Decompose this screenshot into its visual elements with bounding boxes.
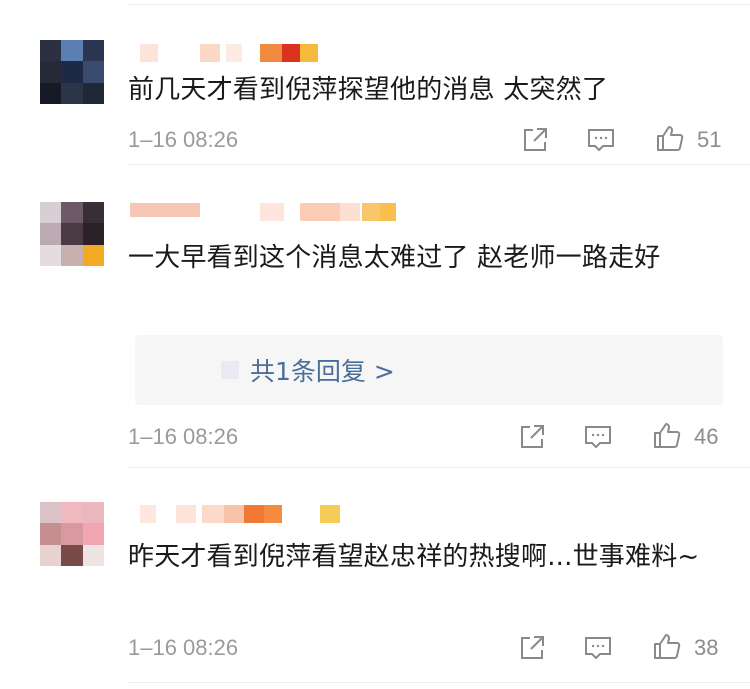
comment-time: 1–16 08:26	[128, 635, 239, 660]
avatar[interactable]	[40, 40, 104, 104]
reply-avatar	[221, 361, 239, 379]
comment-icon[interactable]	[583, 633, 613, 663]
divider	[128, 467, 750, 468]
reply-preview[interactable]: 共1条回复 >	[135, 335, 723, 405]
comment-text: 一大早看到这个消息太难过了 赵老师一路走好	[128, 243, 661, 273]
like-count: 46	[694, 424, 719, 449]
comment-time: 1–16 08:26	[128, 127, 239, 152]
comment-text: 前几天才看到倪萍探望他的消息 太突然了	[128, 75, 609, 105]
avatar[interactable]	[40, 502, 104, 566]
comment-text: 昨天才看到倪萍看望赵忠祥的热搜啊...世事难料~	[128, 542, 700, 572]
divider	[128, 164, 750, 165]
username-blurred[interactable]	[130, 44, 330, 62]
like-count: 38	[694, 635, 719, 660]
comment-icon[interactable]	[583, 422, 613, 452]
view-replies-link[interactable]: 共1条回复 >	[250, 352, 395, 388]
share-icon[interactable]	[520, 125, 550, 155]
thumbs-up-icon[interactable]	[652, 631, 682, 661]
comment-icon[interactable]	[586, 125, 616, 155]
like-count: 51	[697, 127, 722, 152]
share-icon[interactable]	[517, 633, 547, 663]
thumbs-up-icon[interactable]	[655, 123, 685, 153]
divider-top	[128, 4, 750, 5]
divider-bottom	[128, 682, 750, 683]
comment-time: 1–16 08:26	[128, 424, 239, 449]
share-icon[interactable]	[517, 422, 547, 452]
username-blurred[interactable]	[130, 203, 400, 221]
username-blurred[interactable]	[130, 505, 350, 523]
thumbs-up-icon[interactable]	[652, 420, 682, 450]
avatar[interactable]	[40, 202, 104, 266]
